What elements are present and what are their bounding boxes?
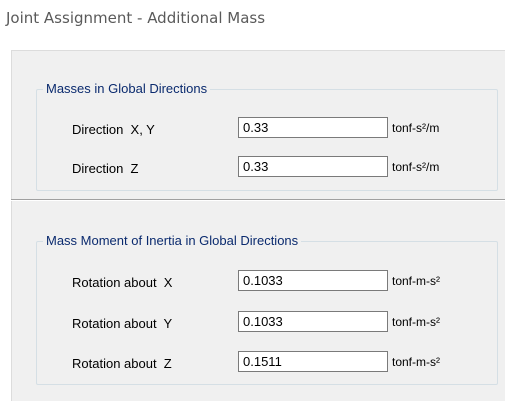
section-divider <box>11 199 505 201</box>
rotation-z-unit: tonf-m-s² <box>392 355 440 369</box>
direction-xy-label: Direction X, Y <box>72 122 155 137</box>
rotation-y-unit: tonf-m-s² <box>392 315 440 329</box>
dialog-title: Joint Assignment - Additional Mass <box>6 9 266 27</box>
direction-z-unit: tonf-s²/m <box>392 160 440 174</box>
direction-z-field[interactable] <box>238 156 388 177</box>
rotation-x-label: Rotation about X <box>72 275 173 290</box>
inertia-group-legend: Mass Moment of Inertia in Global Directi… <box>43 233 302 249</box>
rotation-x-unit: tonf-m-s² <box>392 274 440 288</box>
rotation-z-field[interactable] <box>238 351 388 372</box>
direction-xy-field[interactable] <box>238 117 388 138</box>
rotation-x-field[interactable] <box>238 270 388 291</box>
rotation-z-label: Rotation about Z <box>72 356 172 371</box>
direction-xy-unit: tonf-s²/m <box>392 121 440 135</box>
additional-mass-dialog: Joint Assignment - Additional Mass Masse… <box>0 0 505 403</box>
masses-group-legend: Masses in Global Directions <box>43 81 211 97</box>
direction-z-label: Direction Z <box>72 161 139 176</box>
rotation-y-label: Rotation about Y <box>72 316 173 331</box>
rotation-y-field[interactable] <box>238 311 388 332</box>
